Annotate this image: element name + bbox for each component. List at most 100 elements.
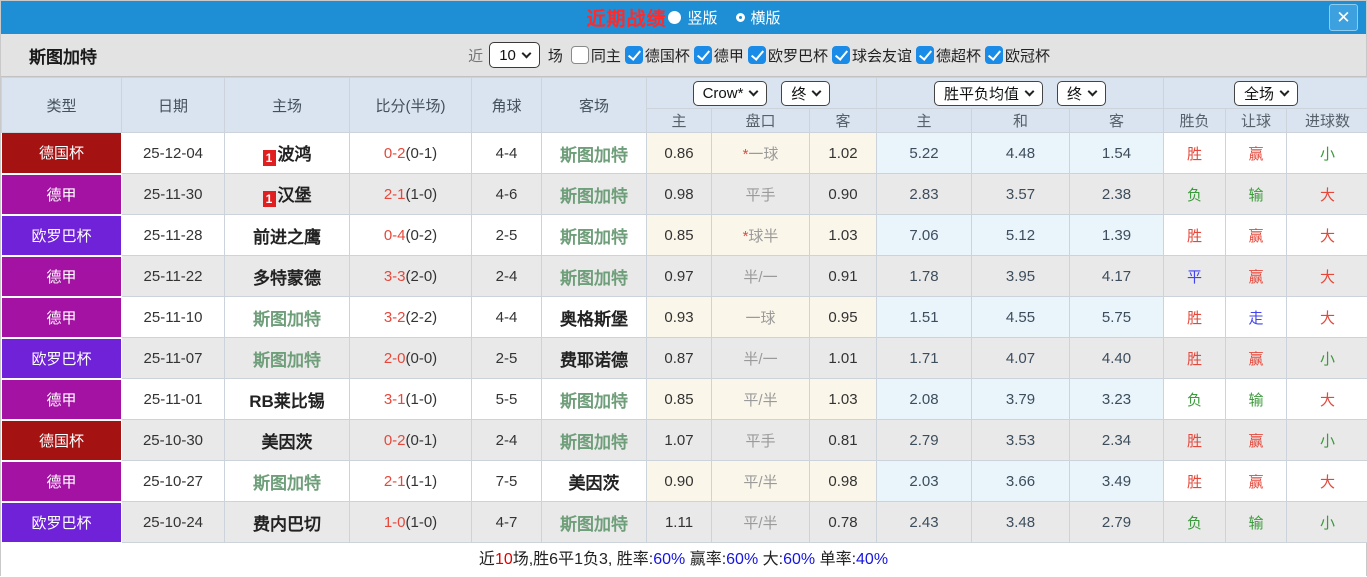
winloss-result: 负 <box>1164 502 1226 543</box>
handicap-text: 平/半 <box>743 474 777 491</box>
corners: 5-5 <box>472 379 542 420</box>
away-team-name: 斯图加特 <box>560 433 628 452</box>
winloss-result: 胜 <box>1164 338 1226 379</box>
chevron-down-icon <box>521 48 531 58</box>
corners: 4-6 <box>472 174 542 215</box>
away-team: 斯图加特 <box>542 174 647 215</box>
league-filter-label: 德甲 <box>714 45 744 66</box>
fullmatch-header-cell: 全场 <box>1164 78 1367 109</box>
home-team: 斯图加特 <box>225 461 350 502</box>
europe-time-select[interactable]: 终 <box>1057 81 1106 106</box>
away-team: 奥格斯堡 <box>542 297 647 338</box>
home-team: 1波鸿 <box>225 133 350 174</box>
horizontal-layout-radio[interactable] <box>736 13 745 22</box>
home-team: 多特蒙德 <box>225 256 350 297</box>
ah-home-odds: 1.07 <box>647 420 712 461</box>
ah-home-odds: 0.86 <box>647 133 712 174</box>
league-filters: 德国杯德甲欧罗巴杯球会友谊德超杯欧冠杯 <box>621 45 1050 66</box>
home-team: 1汉堡 <box>225 174 350 215</box>
euro-home-odds: 1.78 <box>877 256 972 297</box>
match-score: 0-2(0-1) <box>350 420 472 461</box>
winloss-result: 平 <box>1164 256 1226 297</box>
col-header-date: 日期 <box>122 78 225 133</box>
handicap-text: 球半 <box>748 228 778 245</box>
away-team: 美因茨 <box>542 461 647 502</box>
goals-result: 小 <box>1287 502 1367 543</box>
home-team-name: 多特蒙德 <box>253 269 321 288</box>
match-row: 德国杯25-12-041波鸿0-2(0-1)4-4斯图加特0.86*一球1.02… <box>2 133 1367 174</box>
away-team: 斯图加特 <box>542 256 647 297</box>
recent-count-select[interactable]: 10 <box>489 42 540 68</box>
league-badge: 欧罗巴杯 <box>2 215 122 256</box>
goals-result: 大 <box>1287 297 1367 338</box>
league-checkbox[interactable] <box>985 46 1003 64</box>
close-button[interactable]: ✕ <box>1329 4 1358 31</box>
away-team-name: 斯图加特 <box>560 187 628 206</box>
col-header-score: 比分(半场) <box>350 78 472 133</box>
vertical-layout-radio[interactable] <box>668 11 681 24</box>
summary-footer: 近10场,胜6平1负3, 胜率:60% 赢率:60% 大:60% 单率:40% <box>1 544 1366 577</box>
odds-company-select[interactable]: Crow* <box>693 81 768 106</box>
corners: 7-5 <box>472 461 542 502</box>
handicap-text: 平手 <box>745 433 775 450</box>
league-checkbox[interactable] <box>832 46 850 64</box>
ah-handicap: *一球 <box>712 133 810 174</box>
home-team-name: 美因茨 <box>262 433 313 452</box>
ah-home-odds: 0.97 <box>647 256 712 297</box>
summary-segment: 10 <box>495 551 513 568</box>
home-team-name: 汉堡 <box>278 186 312 205</box>
match-date: 25-10-30 <box>122 420 225 461</box>
handicap-result: 赢 <box>1226 215 1287 256</box>
chevron-down-icon <box>1088 86 1098 96</box>
recent-results-panel: 近期战绩 竖版 横版 ✕ 斯图加特 近 10 场 同主 德国杯德甲欧罗巴杯球会友… <box>0 0 1367 576</box>
home-team: 斯图加特 <box>225 297 350 338</box>
subheader-ah-home: 主 <box>647 109 712 133</box>
euro-draw-odds: 3.66 <box>972 461 1070 502</box>
match-score: 3-3(2-0) <box>350 256 472 297</box>
away-team: 斯图加特 <box>542 215 647 256</box>
fulltime-score: 2-0 <box>384 350 406 367</box>
chevron-down-icon <box>812 86 822 96</box>
match-score: 1-0(1-0) <box>350 502 472 543</box>
goals-result: 大 <box>1287 379 1367 420</box>
winloss-result: 胜 <box>1164 215 1226 256</box>
ah-handicap: 平手 <box>712 420 810 461</box>
match-row: 德甲25-11-01RB莱比锡3-1(1-0)5-5斯图加特0.85平/半1.0… <box>2 379 1367 420</box>
league-filter-label: 德超杯 <box>936 45 981 66</box>
fullmatch-select[interactable]: 全场 <box>1234 81 1298 106</box>
match-date: 25-12-04 <box>122 133 225 174</box>
same-home-checkbox[interactable] <box>571 46 589 64</box>
ah-away-odds: 1.03 <box>810 215 877 256</box>
rank-badge: 1 <box>263 191 276 207</box>
match-score: 3-2(2-2) <box>350 297 472 338</box>
halftime-score: (0-1) <box>406 145 438 162</box>
league-checkbox[interactable] <box>625 46 643 64</box>
league-checkbox[interactable] <box>694 46 712 64</box>
league-badge: 德甲 <box>2 174 122 215</box>
col-header-home: 主场 <box>225 78 350 133</box>
europe-time-value: 终 <box>1067 83 1082 104</box>
fulltime-score: 0-2 <box>384 432 406 449</box>
league-checkbox[interactable] <box>748 46 766 64</box>
euro-draw-odds: 3.79 <box>972 379 1070 420</box>
euro-draw-odds: 4.07 <box>972 338 1070 379</box>
ah-away-odds: 0.81 <box>810 420 877 461</box>
handicap-result: 走 <box>1226 297 1287 338</box>
away-team-name: 费耶诺德 <box>560 351 628 370</box>
euro-home-odds: 1.51 <box>877 297 972 338</box>
horizontal-layout-label: 横版 <box>751 7 781 28</box>
ah-away-odds: 0.98 <box>810 461 877 502</box>
league-checkbox[interactable] <box>916 46 934 64</box>
europe-odds-select[interactable]: 胜平负均值 <box>934 81 1043 106</box>
league-badge: 德甲 <box>2 461 122 502</box>
ah-home-odds: 0.85 <box>647 215 712 256</box>
odds-company-value: Crow* <box>703 85 744 102</box>
winloss-result: 胜 <box>1164 461 1226 502</box>
match-row: 德甲25-11-301汉堡2-1(1-0)4-6斯图加特0.98平手0.902.… <box>2 174 1367 215</box>
winloss-result: 负 <box>1164 174 1226 215</box>
handicap-time-select[interactable]: 终 <box>781 81 830 106</box>
subheader-eu-home: 主 <box>877 109 972 133</box>
winloss-result: 胜 <box>1164 420 1226 461</box>
fulltime-score: 3-2 <box>384 309 406 326</box>
halftime-score: (0-2) <box>406 227 438 244</box>
